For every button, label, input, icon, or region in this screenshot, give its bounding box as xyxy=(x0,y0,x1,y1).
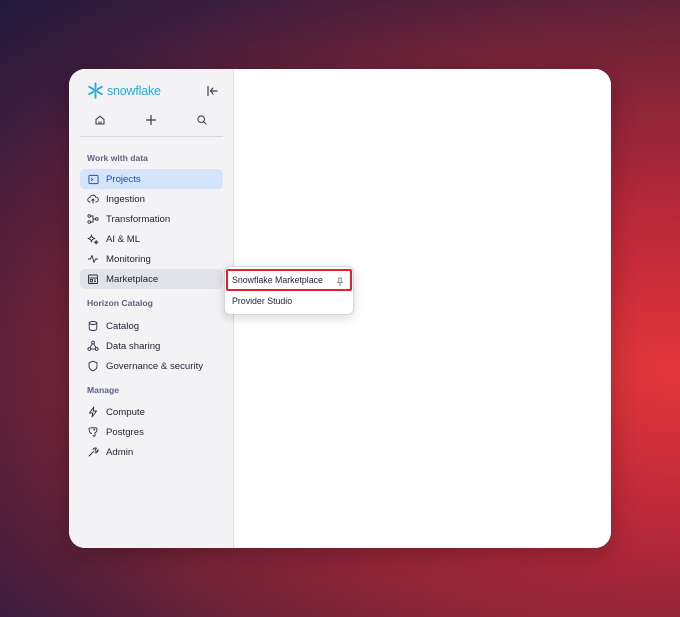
section-title-horizon-catalog: Horizon Catalog xyxy=(87,298,153,308)
section-title-work-with-data: Work with data xyxy=(87,153,148,163)
pin-icon[interactable] xyxy=(335,274,345,287)
search-icon[interactable] xyxy=(194,112,210,128)
sidebar-item-compute[interactable]: Compute xyxy=(80,402,223,422)
postgres-icon xyxy=(87,426,99,438)
sidebar-item-label: Monitoring xyxy=(106,253,151,265)
sidebar-item-ai-ml[interactable]: AI & ML xyxy=(80,229,223,249)
brand[interactable]: snowflake xyxy=(87,82,161,99)
sidebar-item-label: Marketplace xyxy=(106,273,159,285)
sidebar-item-label: AI & ML xyxy=(106,233,141,245)
marketplace-submenu: Snowflake Marketplace Provider Studio xyxy=(224,266,354,315)
database-icon xyxy=(87,320,99,332)
snowflake-logo-icon xyxy=(87,82,104,99)
submenu-item-provider-studio[interactable]: Provider Studio xyxy=(227,291,351,311)
sidebar-item-label: Compute xyxy=(106,406,145,418)
sidebar-item-label: Postgres xyxy=(106,426,144,438)
shield-icon xyxy=(87,360,99,372)
projects-icon xyxy=(87,173,99,185)
section-title-manage: Manage xyxy=(87,385,119,395)
sidebar-item-marketplace[interactable]: Marketplace xyxy=(80,269,223,289)
sidebar-item-postgres[interactable]: Postgres xyxy=(80,422,223,442)
sidebar-item-governance-security[interactable]: Governance & security xyxy=(80,356,223,376)
sidebar-item-catalog[interactable]: Catalog xyxy=(80,316,223,336)
quick-actions xyxy=(80,109,223,137)
sidebar-item-label: Data sharing xyxy=(106,340,161,352)
sidebar-item-label: Admin xyxy=(106,446,134,458)
sidebar-item-label: Catalog xyxy=(106,320,140,332)
collapse-sidebar-icon[interactable] xyxy=(204,83,220,99)
sidebar-item-label: Projects xyxy=(106,173,141,185)
submenu-item-label: Provider Studio xyxy=(232,296,293,306)
sidebar-item-ingestion[interactable]: Ingestion xyxy=(80,189,223,209)
submenu-item-snowflake-marketplace[interactable]: Snowflake Marketplace xyxy=(226,269,352,291)
sidebar-item-monitoring[interactable]: Monitoring xyxy=(80,249,223,269)
plus-icon[interactable] xyxy=(143,112,159,128)
sidebar-item-transformation[interactable]: Transformation xyxy=(80,209,223,229)
marketplace-icon xyxy=(87,273,99,285)
sidebar-item-label: Transformation xyxy=(106,213,171,225)
cloud-upload-icon xyxy=(87,193,99,205)
sidebar-item-data-sharing[interactable]: Data sharing xyxy=(80,336,223,356)
activity-icon xyxy=(87,253,99,265)
sparkle-icon xyxy=(87,233,99,245)
sidebar-item-label: Governance & security xyxy=(106,360,204,372)
share-icon xyxy=(87,340,99,352)
submenu-item-label: Snowflake Marketplace xyxy=(232,275,323,285)
sidebar-item-projects[interactable]: Projects xyxy=(80,169,223,189)
sidebar: snowflake Work with data Projects Ingest… xyxy=(69,69,234,548)
sidebar-item-admin[interactable]: Admin xyxy=(80,442,223,462)
sidebar-item-label: Ingestion xyxy=(106,193,145,205)
brand-name: snowflake xyxy=(107,83,161,98)
admin-icon xyxy=(87,446,99,458)
bolt-icon xyxy=(87,406,99,418)
transformation-icon xyxy=(87,213,99,225)
home-icon[interactable] xyxy=(92,112,108,128)
